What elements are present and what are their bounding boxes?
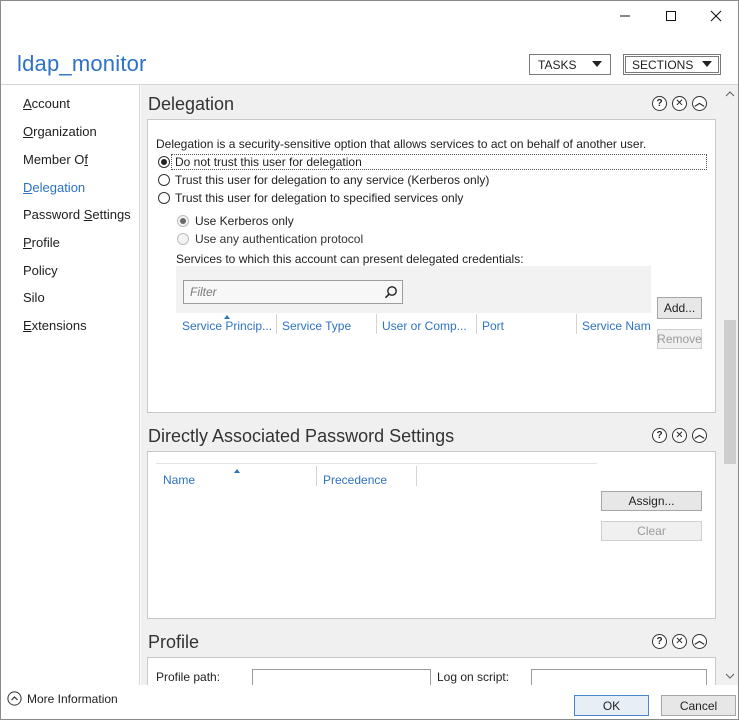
sidebar-item-member-of[interactable]: Member Of	[23, 152, 88, 167]
close-icon	[710, 10, 722, 22]
sidebar-item-account[interactable]: Account	[23, 96, 70, 111]
add-service-button[interactable]: Add...	[657, 297, 702, 319]
more-information-toggle[interactable]: More Information	[7, 691, 118, 706]
dialog-window: ldap_monitor TASKS SECTIONS Account Orga…	[0, 0, 739, 720]
minimize-button[interactable]	[602, 1, 648, 31]
maximize-button[interactable]	[648, 1, 694, 31]
radio-trust-specified-services[interactable]	[158, 192, 170, 204]
radio-trust-any-service[interactable]	[158, 174, 170, 186]
column-divider	[316, 466, 317, 486]
column-divider	[416, 466, 417, 486]
tasks-label: TASKS	[538, 57, 577, 72]
profile-section-box: Profile path: Log on script:	[147, 657, 716, 685]
radio-use-kerberos-only-label[interactable]: Use Kerberos only	[195, 214, 294, 228]
column-divider	[576, 314, 577, 334]
help-icon[interactable]: ?	[652, 96, 667, 111]
sections-label: SECTIONS	[632, 57, 694, 72]
filter-input[interactable]: Filter	[183, 280, 403, 304]
password-settings-section-controls: ? ✕ ︿	[652, 428, 707, 443]
remove-service-button[interactable]: Remove	[657, 329, 702, 349]
content-pane: Delegation ? ✕ ︿ Delegation is a securit…	[141, 85, 721, 685]
filter-placeholder: Filter	[190, 285, 217, 299]
radio-trust-any-service-label[interactable]: Trust this user for delegation to any se…	[175, 173, 489, 187]
sidebar-nav: Account Organization Member Of Delegatio…	[1, 85, 140, 685]
scrollbar-thumb[interactable]	[724, 320, 736, 464]
chevron-up-circle-icon	[7, 691, 22, 706]
column-header-user-or-computer[interactable]: User or Comp...	[382, 319, 472, 333]
column-header-name[interactable]: Name	[163, 473, 313, 487]
remove-section-icon[interactable]: ✕	[672, 428, 687, 443]
sidebar-item-delegation[interactable]: Delegation	[23, 180, 85, 195]
radio-do-not-trust[interactable]	[158, 156, 170, 168]
logon-script-input[interactable]	[531, 669, 707, 685]
help-icon[interactable]: ?	[652, 428, 667, 443]
password-settings-section-box: Name Precedence Assign... Clear	[147, 451, 716, 619]
maximize-icon	[666, 11, 676, 21]
profile-section-title: Profile	[148, 632, 200, 652]
password-settings-grid: Name Precedence	[156, 463, 597, 611]
sidebar-item-extensions[interactable]: Extensions	[23, 318, 87, 333]
services-label: Services to which this account can prese…	[176, 252, 524, 266]
delegation-section-controls: ? ✕ ︿	[652, 96, 707, 111]
chevron-down-icon	[702, 61, 712, 67]
clear-button[interactable]: Clear	[601, 521, 702, 541]
radio-do-not-trust-label[interactable]: Do not trust this user for delegation	[175, 155, 362, 169]
scroll-up-arrow-icon[interactable]	[721, 87, 739, 101]
radio-any-auth-protocol[interactable]	[177, 233, 189, 245]
column-divider	[376, 314, 377, 334]
profile-section-controls: ? ✕ ︿	[652, 634, 707, 649]
column-header-service-type[interactable]: Service Type	[282, 319, 372, 333]
services-grid: Filter Service Princip... Service Type U…	[176, 266, 651, 366]
collapse-section-icon[interactable]: ︿	[692, 428, 707, 443]
cancel-button[interactable]: Cancel	[661, 695, 736, 716]
password-settings-section-title: Directly Associated Password Settings	[148, 426, 455, 446]
profile-path-input[interactable]	[252, 669, 431, 685]
column-header-service-principal[interactable]: Service Princip...	[182, 319, 272, 333]
chevron-down-icon	[592, 61, 602, 67]
radio-use-kerberos-only[interactable]	[177, 215, 189, 227]
remove-section-icon[interactable]: ✕	[672, 96, 687, 111]
sidebar-item-silo[interactable]: Silo	[23, 290, 45, 305]
column-divider	[276, 314, 277, 334]
vertical-scrollbar[interactable]	[721, 85, 739, 685]
delegation-section-box: Delegation is a security-sensitive optio…	[147, 119, 716, 413]
delegation-section-title: Delegation	[148, 94, 235, 114]
scroll-down-arrow-icon[interactable]	[721, 669, 739, 683]
logon-script-label: Log on script:	[437, 670, 510, 684]
radio-trust-specified-services-label[interactable]: Trust this user for delegation to specif…	[175, 191, 463, 205]
minimize-icon	[620, 15, 630, 17]
collapse-section-icon[interactable]: ︿	[692, 96, 707, 111]
help-icon[interactable]: ?	[652, 634, 667, 649]
collapse-section-icon[interactable]: ︿	[692, 634, 707, 649]
more-information-label: More Information	[27, 691, 118, 706]
close-window-button[interactable]	[693, 1, 738, 31]
sidebar-item-password-settings[interactable]: Password Settings	[23, 207, 131, 222]
column-header-service-name[interactable]: Service Name	[582, 319, 651, 333]
remove-section-icon[interactable]: ✕	[672, 634, 687, 649]
search-icon[interactable]	[384, 285, 398, 299]
dialog-footer: More Information OK Cancel	[1, 685, 738, 719]
page-title: ldap_monitor	[17, 51, 147, 76]
column-divider	[476, 314, 477, 334]
profile-path-label: Profile path:	[156, 670, 221, 684]
delegation-description: Delegation is a security-sensitive optio…	[156, 137, 647, 151]
ok-button[interactable]: OK	[574, 695, 649, 716]
sidebar-item-policy[interactable]: Policy	[23, 263, 58, 278]
tasks-dropdown[interactable]: TASKS	[529, 54, 611, 75]
column-header-port[interactable]: Port	[482, 319, 572, 333]
sidebar-item-profile[interactable]: Profile	[23, 235, 60, 250]
radio-any-auth-protocol-label[interactable]: Use any authentication protocol	[195, 232, 363, 246]
sidebar-item-organization[interactable]: Organization	[23, 124, 97, 139]
sections-dropdown[interactable]: SECTIONS	[623, 54, 721, 75]
assign-button[interactable]: Assign...	[601, 491, 702, 511]
column-header-precedence[interactable]: Precedence	[323, 473, 413, 487]
